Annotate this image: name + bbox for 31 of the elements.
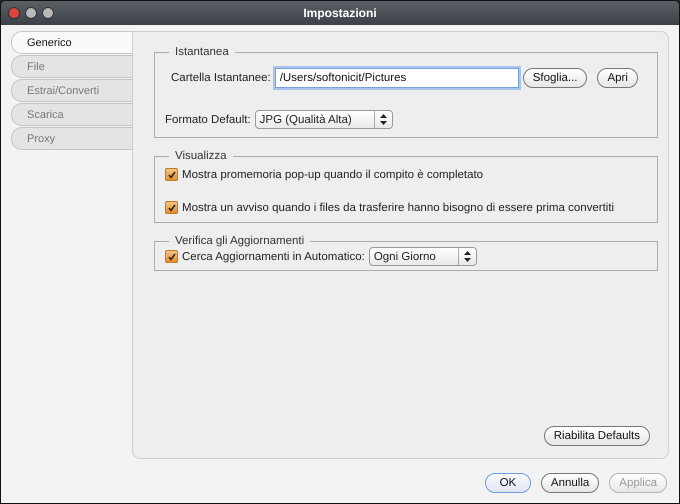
checkmark-icon <box>168 204 176 212</box>
checkmark-icon <box>168 252 176 260</box>
dialog-button[interactable]: Annulla <box>540 473 600 493</box>
group-title: Verifica gli Aggiornamenti <box>174 235 306 247</box>
checkbox-label: Cerca Aggiornamenti in Automatico: <box>182 250 365 262</box>
dialog-button[interactable]: OK <box>484 473 531 493</box>
zoom-button[interactable] <box>42 7 54 19</box>
frequency-select[interactable]: Ogni Giorno <box>368 247 477 266</box>
checkbox[interactable] <box>165 201 178 214</box>
checkbox-label: Mostra un avviso quando i files da trasferire hanno bisogno di essere prima convertiti <box>182 202 614 214</box>
window-title: Impostazioni <box>303 6 377 20</box>
close-button[interactable] <box>8 7 20 19</box>
checkbox[interactable] <box>165 250 178 263</box>
field-label: Cartella Istantanee: <box>171 72 271 84</box>
checkbox[interactable] <box>165 168 178 181</box>
group-title: Visualizza <box>174 150 228 162</box>
dialog-button[interactable]: Apri <box>597 68 638 88</box>
dialog-button[interactable]: Sfoglia... <box>522 68 588 88</box>
sidebar-tab[interactable]: Scarica <box>11 103 132 126</box>
folder-field[interactable]: /Users/softonicit/Pictures <box>274 68 519 88</box>
sidebar-tab[interactable]: Generico <box>11 31 132 54</box>
field-label: Formato Default: <box>165 114 251 126</box>
checkmark-icon <box>168 170 176 178</box>
format-select[interactable]: JPG (Qualità Alta) <box>254 110 393 129</box>
minimize-button[interactable] <box>25 7 37 19</box>
group-title: Istantanea <box>174 46 230 58</box>
sidebar-tab[interactable]: Proxy <box>11 127 132 150</box>
sidebar-tab[interactable]: Estrai/Converti <box>11 79 132 102</box>
checkbox-label: Mostra promemoria pop-up quando il compito è completato <box>182 168 484 180</box>
restore-defaults-button[interactable]: Riabilita Defaults <box>544 426 650 446</box>
sidebar-tab[interactable]: File <box>11 55 132 78</box>
